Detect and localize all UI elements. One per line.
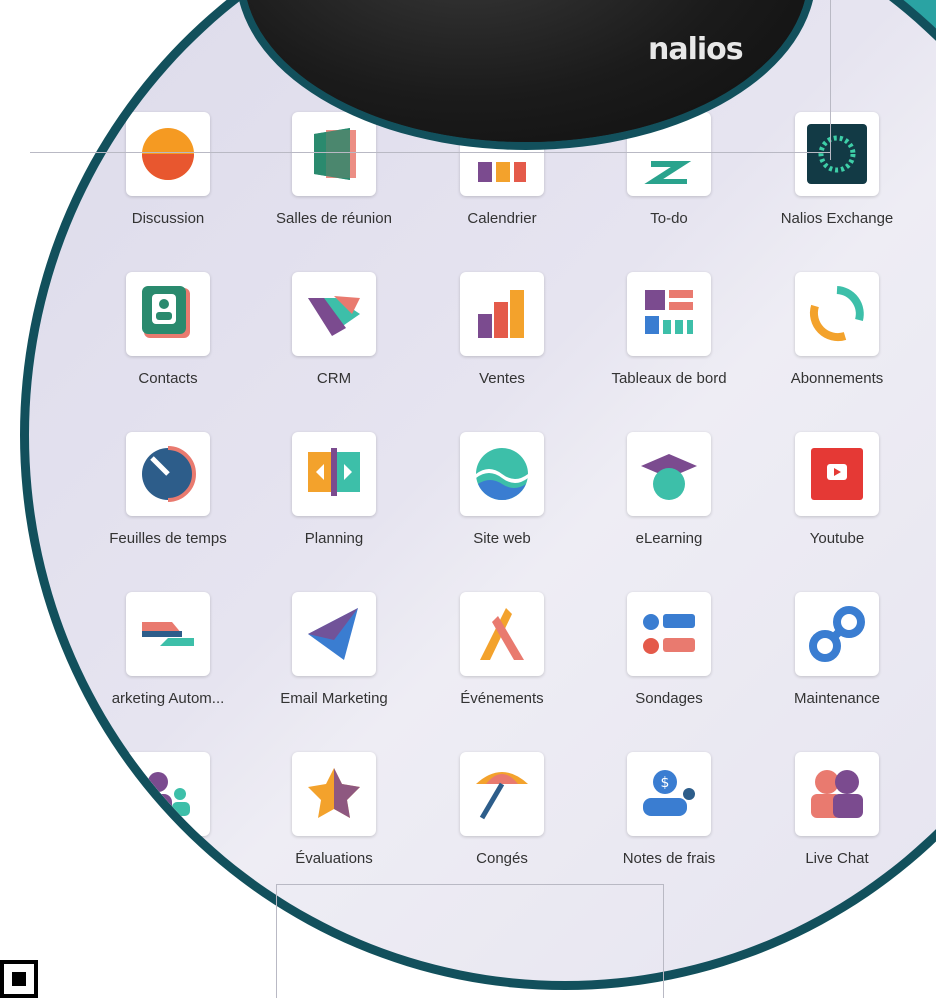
app-label: Évaluations [295, 850, 373, 867]
app-label: Youtube [809, 530, 865, 547]
app-tile-live-chat[interactable] [795, 752, 879, 836]
app-tile-email-marketing[interactable] [292, 592, 376, 676]
app-tile-abonnements[interactable] [795, 272, 879, 356]
app-tile-discussion[interactable] [126, 112, 210, 196]
app-label: Ventes [479, 370, 525, 387]
app-tile-notes-de-frais[interactable]: $ [627, 752, 711, 836]
app-label: Live Chat [805, 850, 869, 867]
youtube-icon [811, 448, 863, 500]
app-label: Feuilles de temps [109, 530, 227, 547]
app-label: Co [920, 210, 936, 227]
app-label: Ma [920, 530, 936, 547]
employees-icon [144, 772, 190, 818]
appraisals-icon [308, 768, 360, 818]
app-tile-tableaux-de-bord[interactable] [627, 272, 711, 356]
app-tile-maintenance[interactable] [795, 592, 879, 676]
elearning-icon [641, 454, 697, 500]
app-label: Discussion [131, 210, 205, 227]
app-tile-app-30[interactable] [126, 912, 210, 981]
dashboards-icon [645, 290, 693, 334]
contacts-icon [142, 286, 190, 338]
app-tile-youtube[interactable] [795, 432, 879, 516]
app-label: arketing Autom... [111, 690, 225, 707]
surveys-icon [643, 614, 695, 654]
app-label: Email Marketing [280, 690, 388, 707]
nalios-logo: nalios [648, 32, 744, 67]
guide-line [830, 0, 831, 160]
live-chat-icon [811, 770, 863, 818]
promo-visual: Discussion Salles de réunion Calendrier To-… [0, 0, 936, 998]
guide-line [30, 152, 830, 153]
app-tile-valuations[interactable] [292, 752, 376, 836]
timesheets-icon [142, 446, 196, 502]
app-label: N [920, 850, 936, 867]
app-grid-circle: Discussion Salles de réunion Calendrier To-… [20, 0, 936, 990]
app-label: Notes de frais [622, 850, 716, 867]
app-label: Calendrier [467, 210, 537, 227]
events-icon [480, 608, 524, 660]
app-tile-v-nements[interactable] [460, 592, 544, 676]
discussion-icon [142, 128, 194, 180]
app-tile-crm[interactable] [292, 272, 376, 356]
app-tile-cong-s[interactable] [460, 752, 544, 836]
app-tile-sondages[interactable] [627, 592, 711, 676]
subscriptions-icon [809, 286, 864, 342]
photo-circle: nalios [236, 0, 816, 150]
app-tile-feuilles-de-temps[interactable] [126, 432, 210, 516]
shirt-image [244, 0, 808, 142]
app-tile-site-web[interactable] [460, 432, 544, 516]
app-label: Sondages [635, 690, 703, 707]
app-label: CRM [316, 370, 352, 387]
app-tile-arketing-autom[interactable] [126, 592, 210, 676]
app-tile-planning[interactable] [292, 432, 376, 516]
app-label: Congés [476, 850, 528, 867]
guide-box [276, 884, 664, 998]
app-tile-elearning[interactable] [627, 432, 711, 516]
app-label: Site web [473, 530, 531, 547]
expenses-icon: $ [643, 770, 695, 816]
app-tile-contacts[interactable] [126, 272, 210, 356]
email-marketing-icon [308, 608, 358, 660]
sales-icon [478, 290, 524, 338]
crm-icon [308, 296, 360, 336]
maintenance-icon [809, 606, 865, 662]
app-label: eLearning [635, 530, 703, 547]
website-icon [476, 448, 528, 500]
app-label: Maintenance [794, 690, 880, 707]
partial-bottom-icon [142, 924, 194, 976]
nalios-exchange-icon [807, 124, 867, 184]
app-tile-app-24[interactable] [126, 752, 210, 836]
app-label: Tableaux de bord [611, 370, 727, 387]
app-label: Contacts [138, 370, 198, 387]
app-label: Événements [460, 690, 544, 707]
qr-code-icon [0, 960, 38, 998]
app-label: Planning [304, 530, 364, 547]
app-tile-ventes[interactable] [460, 272, 544, 356]
app-label: Nalios Exchange [780, 210, 894, 227]
app-label: To-do [650, 210, 688, 227]
svg-text:$: $ [661, 775, 670, 791]
app-label: Abonnements [790, 370, 884, 387]
time-off-icon [476, 772, 528, 820]
app-label: Salles de réunion [276, 210, 392, 227]
marketing-automation-icon [142, 622, 194, 646]
planning-icon [308, 448, 360, 496]
